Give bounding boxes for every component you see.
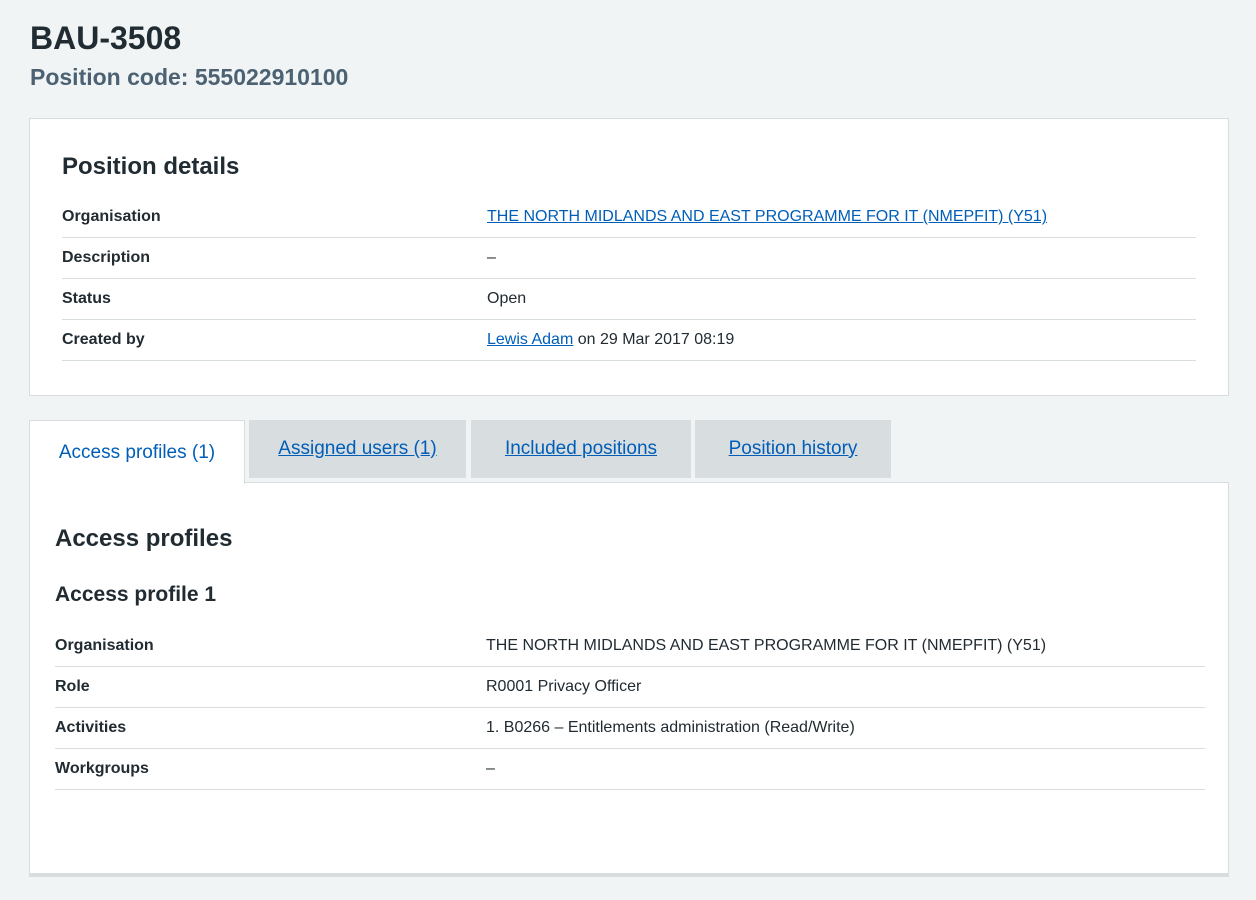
tab-assigned-users[interactable]: Assigned users (1) bbox=[249, 420, 466, 478]
creator-link[interactable]: Lewis Adam bbox=[487, 331, 573, 348]
summary-value: R0001 Privacy Officer bbox=[486, 678, 642, 695]
summary-row-status: Status Open bbox=[62, 279, 1196, 320]
organisation-link[interactable]: THE NORTH MIDLANDS AND EAST PROGRAMME FO… bbox=[487, 208, 1047, 225]
summary-value: – bbox=[486, 760, 495, 777]
access-profile-list: Organisation THE NORTH MIDLANDS AND EAST… bbox=[55, 626, 1205, 790]
position-details-heading: Position details bbox=[62, 153, 240, 180]
status-value: Open bbox=[487, 290, 527, 307]
position-code: Position code: 555022910100 bbox=[30, 64, 349, 90]
tab-access-profiles[interactable]: Access profiles (1) bbox=[29, 420, 245, 484]
position-details-list: Organisation THE NORTH MIDLANDS AND EAST… bbox=[62, 197, 1196, 361]
summary-row-created-by: Created by Lewis Adam on 29 Mar 2017 08:… bbox=[62, 320, 1196, 361]
summary-key: Organisation bbox=[55, 637, 154, 654]
summary-value: Lewis Adam on 29 Mar 2017 08:19 bbox=[487, 331, 1196, 349]
page-header: BAU-3508 Position code: 555022910100 bbox=[30, 18, 348, 96]
summary-value: THE NORTH MIDLANDS AND EAST PROGRAMME FO… bbox=[486, 637, 1047, 654]
profile-row-role: Role R0001 Privacy Officer bbox=[55, 667, 1205, 708]
summary-key: Activities bbox=[55, 719, 127, 736]
position-tabs: Access profiles (1) Assigned users (1) I… bbox=[29, 420, 1229, 484]
created-timestamp: on 29 Mar 2017 08:19 bbox=[573, 331, 735, 348]
position-details-panel: Position details Organisation THE NORTH … bbox=[29, 118, 1229, 396]
summary-key: Organisation bbox=[62, 208, 161, 225]
access-profiles-panel: Access profiles Access profile 1 Organis… bbox=[29, 482, 1229, 877]
summary-key: Status bbox=[62, 290, 111, 307]
summary-value: THE NORTH MIDLANDS AND EAST PROGRAMME FO… bbox=[487, 208, 1196, 226]
summary-key: Role bbox=[55, 678, 90, 695]
summary-key: Description bbox=[62, 249, 151, 266]
access-profiles-heading: Access profiles bbox=[55, 525, 233, 552]
tab-position-history[interactable]: Position history bbox=[695, 420, 891, 478]
summary-row-description: Description – bbox=[62, 238, 1196, 279]
profile-row-organisation: Organisation THE NORTH MIDLANDS AND EAST… bbox=[55, 626, 1205, 667]
summary-row-organisation: Organisation THE NORTH MIDLANDS AND EAST… bbox=[62, 197, 1196, 238]
summary-value: 1. B0266 – Entitlements administration (… bbox=[486, 719, 855, 736]
tab-included-positions[interactable]: Included positions bbox=[471, 420, 691, 478]
profile-row-activities: Activities 1. B0266 – Entitlements admin… bbox=[55, 708, 1205, 749]
profile-row-workgroups: Workgroups – bbox=[55, 749, 1205, 790]
summary-value: – bbox=[487, 249, 496, 266]
summary-key: Workgroups bbox=[55, 760, 149, 777]
page-title: BAU-3508 bbox=[30, 20, 182, 56]
access-profile-heading: Access profile 1 bbox=[55, 583, 217, 606]
summary-key: Created by bbox=[62, 331, 145, 348]
